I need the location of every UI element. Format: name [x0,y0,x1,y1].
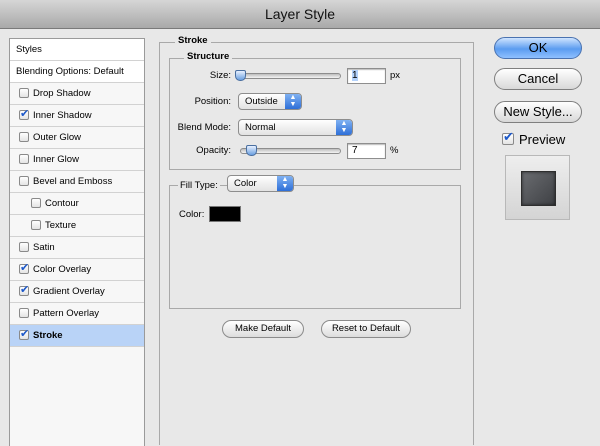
sidebar-item-label: Satin [33,242,55,253]
styles-sidebar: Styles Blending Options: Default Drop Sh… [9,38,145,446]
new-style-button[interactable]: New Style... [494,101,582,123]
position-select[interactable]: Outside ▲ ▼ [238,93,302,110]
fill-group [169,185,461,309]
updown-arrows-icon: ▲ ▼ [285,94,301,109]
sidebar-item-contour[interactable]: Contour [10,193,144,215]
outer-glow-checkbox[interactable] [19,132,29,142]
preview-thumbnail [521,171,556,206]
opacity-slider-handle[interactable] [246,145,258,156]
inner-shadow-checkbox[interactable]: ✔ [19,108,30,120]
window-title: Layer Style [0,0,600,29]
opacity-input[interactable]: 7 [347,143,386,159]
reset-to-default-button[interactable]: Reset to Default [321,320,411,338]
size-label: Size: [209,70,231,81]
sidebar-item-stroke[interactable]: ✔ Stroke [10,325,144,347]
sidebar-item-color-overlay[interactable]: ✔ Color Overlay [10,259,144,281]
sidebar-item-outer-glow[interactable]: Outer Glow [10,127,144,149]
size-value: 1 [352,70,358,81]
opacity-label: Opacity: [196,145,231,156]
sidebar-item-label: Drop Shadow [33,88,91,99]
pattern-overlay-checkbox[interactable] [19,308,29,318]
sidebar-item-label: Bevel and Emboss [33,176,113,187]
size-slider-handle[interactable] [235,70,246,81]
sidebar-item-label: Inner Shadow [33,110,92,121]
preview-checkbox[interactable]: ✔ [502,129,514,145]
color-swatch[interactable] [209,206,241,222]
color-overlay-checkbox[interactable]: ✔ [19,262,30,274]
drop-shadow-checkbox[interactable] [19,88,29,98]
satin-checkbox[interactable] [19,242,29,252]
cancel-button[interactable]: Cancel [494,68,582,90]
position-label: Position: [194,96,231,107]
fill-type-select-value: Color [234,178,257,189]
fill-type-select[interactable]: Color ▲ ▼ [227,175,294,192]
sidebar-item-texture[interactable]: Texture [10,215,144,237]
sidebar-item-satin[interactable]: Satin [10,237,144,259]
bevel-and-emboss-checkbox[interactable] [19,176,29,186]
texture-checkbox[interactable] [31,220,41,230]
size-unit: px [390,70,401,81]
sidebar-item-label: Styles [16,44,42,55]
sidebar-item-label: Outer Glow [33,132,82,143]
checkmark-icon: ✔ [20,108,30,120]
sidebar-item-pattern-overlay[interactable]: Pattern Overlay [10,303,144,325]
gradient-overlay-checkbox[interactable]: ✔ [19,284,30,296]
checkmark-icon: ✔ [20,328,30,340]
inner-glow-checkbox[interactable] [19,154,29,164]
size-input[interactable]: 1 [347,68,386,84]
sidebar-item-label: Gradient Overlay [33,286,105,297]
preview-label: Preview [519,132,566,147]
sidebar-item-inner-glow[interactable]: Inner Glow [10,149,144,171]
checkmark-icon: ✔ [20,284,30,296]
contour-checkbox[interactable] [31,198,41,208]
color-label: Color: [179,209,205,220]
sidebar-item-blending-options[interactable]: Blending Options: Default [10,61,144,83]
checkmark-icon: ✔ [20,262,30,274]
make-default-button[interactable]: Make Default [222,320,304,338]
stroke-section-title: Stroke [175,35,211,46]
layer-style-dialog: Layer Style Styles Blending Options: Def… [0,0,600,446]
ok-button[interactable]: OK [494,37,582,59]
sidebar-item-drop-shadow[interactable]: Drop Shadow [10,83,144,105]
opacity-unit: % [390,145,399,156]
stroke-checkbox[interactable]: ✔ [19,328,30,340]
sidebar-item-bevel-and-emboss[interactable]: Bevel and Emboss [10,171,144,193]
structure-section-title: Structure [184,51,233,62]
position-select-value: Outside [245,96,278,107]
blend-mode-label: Blend Mode: [177,122,231,133]
sidebar-item-gradient-overlay[interactable]: ✔ Gradient Overlay [10,281,144,303]
size-slider[interactable] [236,73,341,79]
blend-mode-select[interactable]: Normal ▲ ▼ [238,119,353,136]
sidebar-item-label: Pattern Overlay [33,308,99,319]
sidebar-item-styles[interactable]: Styles [10,39,144,61]
blend-mode-select-value: Normal [245,122,276,133]
checkmark-icon: ✔ [503,129,514,144]
sidebar-item-inner-shadow[interactable]: ✔ Inner Shadow [10,105,144,127]
style-preview [505,155,570,220]
sidebar-item-label: Contour [45,198,79,209]
sidebar-item-label: Blending Options: Default [16,66,124,77]
sidebar-item-label: Texture [45,220,77,231]
sidebar-item-label: Stroke [33,330,63,341]
fill-type-label: Fill Type: [178,180,220,191]
updown-arrows-icon: ▲ ▼ [277,176,293,191]
updown-arrows-icon: ▲ ▼ [336,120,352,135]
sidebar-item-label: Inner Glow [33,154,79,165]
sidebar-item-label: Color Overlay [33,264,92,275]
